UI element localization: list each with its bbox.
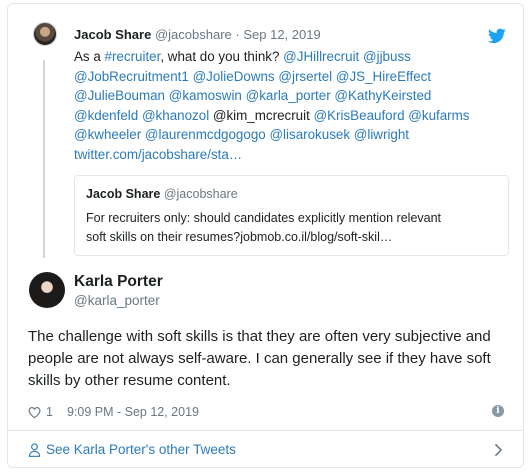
quoted-tweet-header: Jacob Share @jacobshare	[86, 186, 497, 203]
chevron-right-icon[interactable]	[494, 443, 503, 457]
mention-link[interactable]: @KrisBeauford	[314, 108, 405, 123]
mention-link[interactable]: @jrsertel	[278, 69, 332, 84]
main-author-avatar[interactable]	[29, 272, 65, 308]
mention-link[interactable]: @lisarokusek	[269, 127, 350, 142]
thread-connector	[43, 60, 45, 258]
tweet-timestamp[interactable]: 9:09 PM - Sep 12, 2019	[67, 405, 199, 419]
mention-link[interactable]: @laurenmcdgogogo	[145, 127, 266, 142]
mention-link[interactable]: @kamoswin	[169, 88, 242, 103]
mention-link[interactable]: @KathyKeirsted	[334, 88, 431, 103]
embedded-tweet-card: Jacob Share @jacobshare · Sep 12, 2019 A…	[7, 3, 524, 468]
tweet-text-segment: , what do you think?	[160, 49, 284, 64]
mention-link[interactable]: @JHillrecruit	[283, 49, 359, 64]
quoted-text-line: For recruiters only: should candidates e…	[86, 211, 442, 225]
main-author-name[interactable]: Karla Porter	[74, 272, 163, 291]
info-icon[interactable]: i	[492, 405, 504, 417]
mention-link[interactable]: @jjbuss	[363, 49, 411, 64]
mention-link[interactable]: @JulieBouman	[74, 88, 165, 103]
parent-text-line: @JulieBouman @kamoswin @karla_porter @Ka…	[74, 86, 504, 106]
parent-text-line: As a #recruiter, what do you think? @JHi…	[74, 47, 504, 67]
quoted-tweet-text: For recruiters only: should candidates e…	[86, 209, 497, 247]
tweet-meta: 1 9:09 PM - Sep 12, 2019	[28, 403, 199, 421]
tweet-text-segment: @kim_mcrecruit	[209, 107, 314, 123]
header-separator: ·	[235, 27, 240, 42]
mention-link[interactable]: @karla_porter	[246, 88, 331, 103]
like-count[interactable]: 1	[46, 405, 53, 419]
mention-link[interactable]: @liwright	[354, 127, 409, 142]
parent-text-line: @kdenfeld @khanozol @kim_mcrecruit @Kris…	[74, 106, 504, 126]
parent-text-line: twitter.com/jacobshare/sta…	[74, 145, 504, 165]
quoted-text-line: soft skills on their resumes?jobmob.co.i…	[86, 230, 393, 244]
parent-tweet-header: Jacob Share @jacobshare · Sep 12, 2019	[74, 27, 321, 43]
mention-link[interactable]: @kdenfeld	[74, 108, 138, 123]
twitter-bird-icon[interactable]	[488, 28, 506, 44]
user-icon	[28, 442, 41, 457]
quoted-author-name: Jacob Share	[86, 187, 161, 201]
quoted-tweet[interactable]: Jacob Share @jacobshare For recruiters o…	[74, 175, 509, 256]
hashtag-link[interactable]: #recruiter	[105, 49, 161, 64]
mention-link[interactable]: @khanozol	[142, 108, 209, 123]
parent-text-line: @kwheeler @laurenmcdgogogo @lisarokusek …	[74, 125, 504, 145]
url-link[interactable]: twitter.com/jacobshare/sta…	[74, 147, 242, 162]
heart-icon[interactable]	[28, 406, 41, 419]
tweet-text-segment: As a	[74, 49, 105, 64]
see-other-tweets-link[interactable]: See Karla Porter's other Tweets	[46, 442, 236, 457]
parent-tweet-date[interactable]: Sep 12, 2019	[243, 27, 320, 42]
quoted-author-handle: @jacobshare	[163, 187, 238, 201]
parent-author-name[interactable]: Jacob Share	[74, 27, 151, 42]
mention-link[interactable]: @kufarms	[408, 108, 469, 123]
parent-tweet-text: As a #recruiter, what do you think? @JHi…	[74, 47, 504, 164]
mention-link[interactable]: @JS_HireEffect	[336, 69, 431, 84]
main-tweet-text: The challenge with soft skills is that t…	[28, 328, 491, 389]
mention-link[interactable]: @kwheeler	[74, 127, 141, 142]
main-author-handle[interactable]: @karla_porter	[74, 292, 160, 309]
mention-link[interactable]: @JolieDowns	[193, 69, 275, 84]
parent-author-avatar[interactable]	[33, 22, 57, 46]
footer-see-more[interactable]: See Karla Porter's other Tweets	[8, 430, 523, 467]
parent-text-line: @JobRecruitment1 @JolieDowns @jrsertel @…	[74, 67, 504, 87]
parent-author-handle[interactable]: @jacobshare	[155, 27, 232, 42]
mention-link[interactable]: @JobRecruitment1	[74, 69, 189, 84]
